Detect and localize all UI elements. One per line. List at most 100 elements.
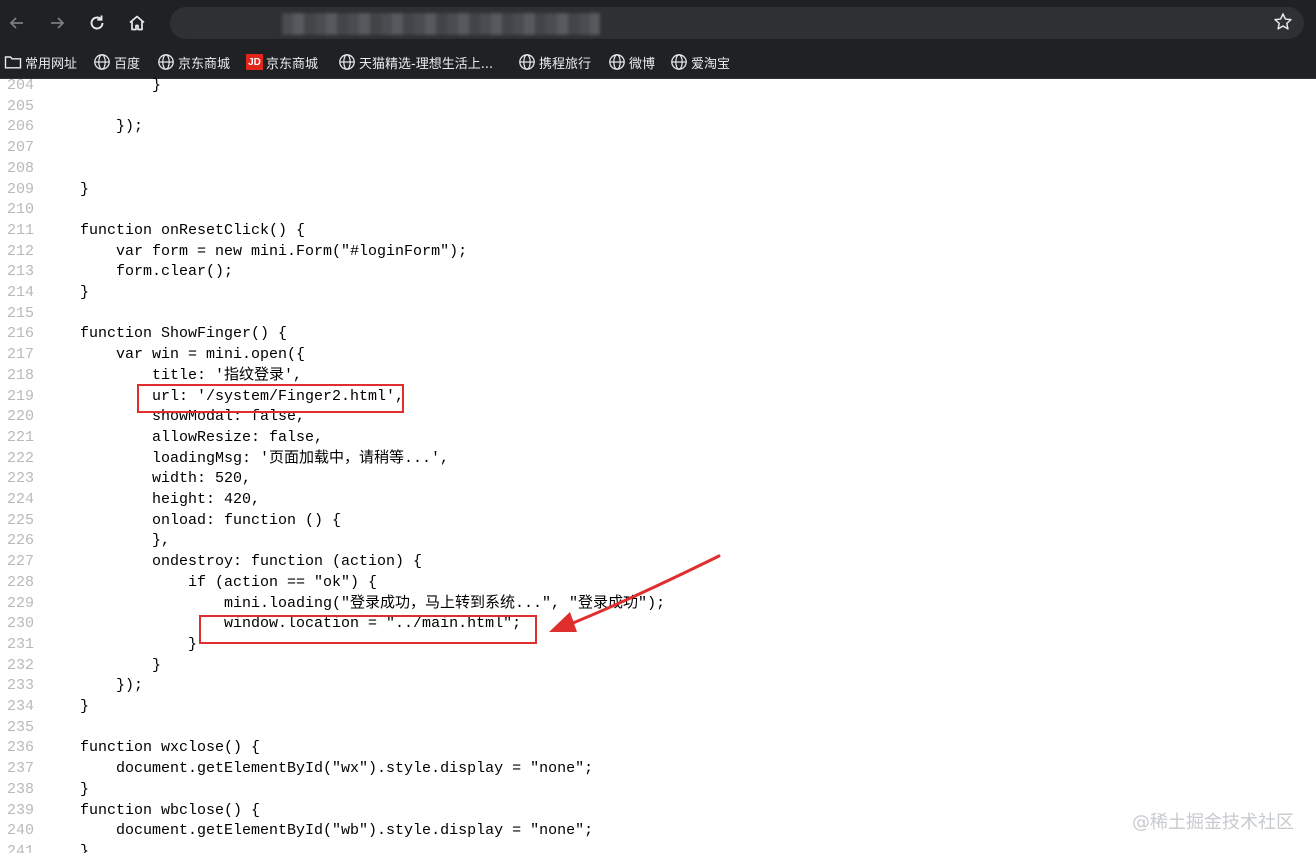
line-number: 209 (7, 180, 35, 198)
line-number: 210 (7, 201, 35, 219)
line-number: 218 (7, 366, 35, 384)
code-text: height: 420, (44, 491, 261, 508)
code-text: } (44, 842, 90, 853)
code-text: function wbclose() { (44, 801, 261, 819)
line-number: 224 (7, 491, 35, 508)
home-icon (129, 15, 145, 31)
code-text: form.clear(); (44, 263, 234, 281)
code-text: }, (44, 532, 171, 550)
bookmark-item[interactable]: JD 京东商城 (246, 46, 318, 78)
bookmark-label: 天猫精选-理想生活上... (359, 56, 494, 72)
bookmark-star-button[interactable] (1272, 11, 1296, 35)
forward-button[interactable] (42, 8, 72, 38)
bookmark-label: 常用网址 (25, 56, 78, 72)
bookmark-folder[interactable]: 常用网址 (4, 46, 77, 78)
code-text: } (44, 180, 90, 198)
browser-toolbar (0, 0, 1316, 46)
line-number: 241 (7, 842, 35, 853)
bookmark-item[interactable]: 百度 (93, 46, 140, 78)
line-number: 225 (7, 511, 35, 529)
line-number: 239 (7, 801, 35, 819)
bookmark-label: 携程旅行 (539, 56, 592, 72)
line-number: 213 (7, 263, 35, 281)
bookmark-item[interactable]: 携程旅行 (518, 46, 591, 78)
code-text: } (44, 78, 162, 94)
bookmark-item[interactable]: 微博 (608, 46, 655, 78)
line-number: 229 (7, 594, 35, 612)
code-text: ondestroy: function (action) { (44, 553, 423, 571)
code-text: mini.loading("登录成功，马上转到系统...", "登录成功"); (44, 594, 666, 612)
line-number: 214 (7, 284, 35, 301)
code-text: allowResize: false, (44, 428, 324, 446)
line-number: 220 (7, 408, 35, 426)
line-number: 226 (7, 532, 35, 550)
blurred-url (282, 13, 600, 35)
globe-icon (671, 54, 687, 70)
code-text: if (action == "ok") { (44, 573, 378, 591)
folder-icon (4, 56, 22, 69)
arrow-left-icon (9, 17, 23, 29)
code-text: } (44, 698, 90, 715)
line-number: 231 (7, 635, 35, 653)
line-number: 232 (7, 656, 35, 674)
reload-icon (90, 15, 104, 30)
code-text: document.getElementById("wx").style.disp… (44, 760, 594, 778)
bookmark-item[interactable]: 京东商城 (157, 46, 230, 78)
line-number: 219 (7, 387, 35, 405)
bookmark-item[interactable]: 爱淘宝 (670, 46, 730, 78)
globe-icon (158, 54, 174, 70)
jd-logo-icon: JD (246, 54, 263, 70)
back-button[interactable] (2, 8, 32, 38)
line-number: 206 (7, 118, 35, 136)
code-text: function ShowFinger() { (44, 325, 288, 343)
bookmark-label: 京东商城 (266, 56, 319, 72)
code-text: loadingMsg: '页面加载中，请稍等...', (44, 449, 450, 467)
line-number: 236 (7, 739, 35, 757)
line-number: 235 (7, 718, 35, 736)
code-text: width: 520, (44, 470, 252, 488)
bookmark-label: 百度 (114, 56, 141, 72)
highlight-box-url (137, 384, 404, 413)
line-number: 215 (7, 304, 35, 322)
reload-button[interactable] (82, 8, 112, 38)
code-text: document.getElementById("wb").style.disp… (44, 822, 594, 840)
code-text: }); (44, 677, 144, 695)
code-text: } (44, 635, 198, 653)
source-code-view: 204 } 205 206 }); 207 208 209 } 210 211 functio… (0, 78, 1316, 853)
line-number: 234 (7, 698, 35, 715)
line-number: 217 (7, 346, 35, 364)
line-number: 207 (7, 139, 35, 157)
bookmark-label: 微博 (629, 56, 656, 72)
line-number: 233 (7, 677, 35, 695)
code-text: function onResetClick() { (44, 221, 306, 239)
home-button[interactable] (122, 8, 152, 38)
globe-icon (609, 54, 625, 70)
bookmark-label: 京东商城 (178, 56, 231, 72)
line-number: 227 (7, 553, 35, 571)
line-number: 212 (7, 242, 35, 260)
globe-icon (519, 54, 535, 70)
arrow-right-icon (51, 17, 65, 29)
line-number: 205 (7, 97, 35, 115)
line-number: 223 (7, 470, 35, 488)
globe-icon (339, 54, 355, 70)
bookmarks-bar: 常用网址 百度 京东商城 JD 京东商城 天猫精选-理想生活上... 携程旅行 … (0, 46, 1316, 79)
code-text: } (44, 284, 90, 301)
highlight-box-location (199, 615, 537, 644)
line-number: 221 (7, 428, 35, 446)
code-text: var form = new mini.Form("#loginForm"); (44, 242, 468, 260)
line-number: 230 (7, 615, 35, 633)
line-number: 208 (7, 159, 35, 177)
line-number: 240 (7, 822, 35, 840)
line-number: 237 (7, 760, 35, 778)
code-text: function wxclose() { (44, 739, 261, 757)
line-number: 204 (7, 78, 35, 94)
bookmark-label: 爱淘宝 (691, 56, 731, 72)
star-icon (1274, 13, 1292, 30)
code-text: var win = mini.open({ (44, 346, 306, 364)
address-bar[interactable] (170, 7, 1304, 39)
watermark: @稀土掘金技术社区 (1132, 812, 1294, 833)
line-number: 228 (7, 573, 35, 591)
bookmark-item[interactable]: 天猫精选-理想生活上... (338, 46, 493, 78)
line-number: 238 (7, 780, 35, 798)
